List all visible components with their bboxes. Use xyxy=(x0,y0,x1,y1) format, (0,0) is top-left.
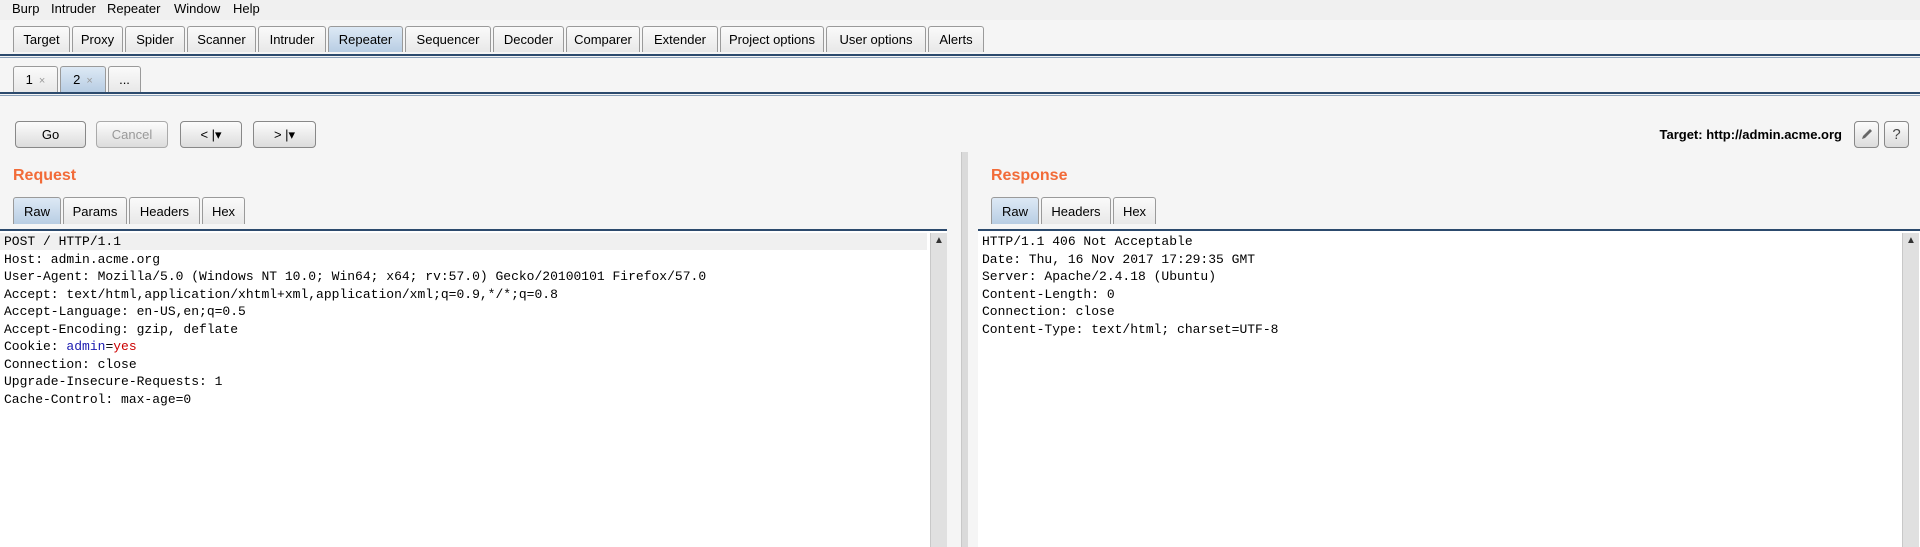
tab-comparer[interactable]: Comparer xyxy=(566,26,640,52)
response-tab-hex[interactable]: Hex xyxy=(1113,197,1156,224)
tab-target[interactable]: Target xyxy=(13,26,70,52)
request-scrollbar[interactable]: ▲ xyxy=(930,233,947,547)
tab-spider[interactable]: Spider xyxy=(125,26,185,52)
cookie-name: admin xyxy=(66,339,106,354)
request-line: POST / HTTP/1.1 xyxy=(4,234,122,249)
tab-intruder[interactable]: Intruder xyxy=(258,26,326,52)
request-title: Request xyxy=(13,167,77,184)
response-line: Connection: close xyxy=(982,304,1115,319)
repeater-tab-2[interactable]: 2 × xyxy=(60,66,106,92)
close-icon[interactable]: × xyxy=(39,75,45,87)
scroll-up-icon[interactable]: ▲ xyxy=(1906,235,1916,246)
request-tab-headers[interactable]: Headers xyxy=(129,197,200,224)
main-tab-underline-light xyxy=(0,57,1920,58)
current-line-highlight xyxy=(0,233,927,250)
tab-proxy[interactable]: Proxy xyxy=(72,26,123,52)
scroll-up-icon[interactable]: ▲ xyxy=(934,235,944,246)
cancel-button[interactable]: Cancel xyxy=(96,121,168,148)
main-tab-underline xyxy=(0,54,1920,56)
tab-project-options[interactable]: Project options xyxy=(720,26,824,52)
tab-extender[interactable]: Extender xyxy=(642,26,718,52)
menu-bar: Burp Intruder Repeater Window Help xyxy=(0,0,1920,20)
tab-user-options[interactable]: User options xyxy=(826,26,926,52)
menu-burp[interactable]: Burp xyxy=(12,1,39,16)
response-line: Server: Apache/2.4.18 (Ubuntu) xyxy=(982,269,1217,284)
repeater-tab-underline-light xyxy=(0,95,1920,96)
tab-decoder[interactable]: Decoder xyxy=(493,26,564,52)
target-label: Target: http://admin.acme.org xyxy=(1659,127,1843,142)
repeater-tab-underline xyxy=(0,92,1920,94)
request-tab-params[interactable]: Params xyxy=(63,197,127,224)
request-line-cookie: Cookie: admin=yes xyxy=(4,338,137,356)
menu-repeater[interactable]: Repeater xyxy=(107,1,160,16)
response-line: HTTP/1.1 406 Not Acceptable xyxy=(982,234,1193,249)
request-line: Cache-Control: max-age=0 xyxy=(4,391,192,407)
help-icon[interactable]: ? xyxy=(1884,121,1909,148)
close-icon[interactable]: × xyxy=(86,75,92,87)
request-tab-hex[interactable]: Hex xyxy=(202,197,245,224)
response-title: Response xyxy=(991,167,1068,184)
request-line: Connection: close xyxy=(4,356,137,372)
response-tab-headers[interactable]: Headers xyxy=(1041,197,1111,224)
tab-repeater[interactable]: Repeater xyxy=(328,26,403,52)
pencil-icon[interactable] xyxy=(1854,121,1879,148)
menu-window[interactable]: Window xyxy=(174,1,220,16)
cookie-prefix: Cookie: xyxy=(4,339,67,354)
menu-intruder[interactable]: Intruder xyxy=(51,1,96,16)
request-line: Upgrade-Insecure-Requests: 1 xyxy=(4,374,223,389)
tab-sequencer[interactable]: Sequencer xyxy=(405,26,491,52)
tab-scanner[interactable]: Scanner xyxy=(187,26,256,52)
request-tab-raw[interactable]: Raw xyxy=(13,197,61,224)
repeater-tab-new[interactable]: ... xyxy=(108,66,141,92)
forward-button[interactable]: > |▾ xyxy=(253,121,316,148)
request-line: User-Agent: Mozilla/5.0 (Windows NT 10.0… xyxy=(4,269,707,284)
request-line: Accept-Language: en-US,en;q=0.5 xyxy=(4,304,246,319)
repeater-tab-label: 2 xyxy=(73,72,81,87)
menu-help[interactable]: Help xyxy=(233,1,260,16)
back-button[interactable]: < |▾ xyxy=(180,121,242,148)
request-line: Host: admin.acme.org xyxy=(4,251,161,267)
pane-divider[interactable] xyxy=(961,152,968,547)
response-line: Content-Type: text/html; charset=UTF-8 xyxy=(982,321,1279,337)
request-line: Accept-Encoding: gzip, deflate xyxy=(4,321,239,337)
response-editor[interactable]: HTTP/1.1 406 Not Acceptable Date: Thu, 1… xyxy=(978,229,1920,547)
response-line: Content-Length: 0 xyxy=(982,286,1115,302)
repeater-tab-label: 1 xyxy=(25,72,33,87)
repeater-tab-1[interactable]: 1 × xyxy=(13,66,58,92)
request-editor[interactable]: POST / HTTP/1.1 Host: admin.acme.org Use… xyxy=(0,229,947,547)
response-line: Date: Thu, 16 Nov 2017 17:29:35 GMT xyxy=(982,251,1256,267)
cookie-value: yes xyxy=(113,339,137,354)
main-tab-bar: Target Proxy Spider Scanner Intruder Rep… xyxy=(0,22,1920,58)
go-button[interactable]: Go xyxy=(15,121,86,148)
request-line: Accept: text/html,application/xhtml+xml,… xyxy=(4,286,558,302)
response-scrollbar[interactable]: ▲ xyxy=(1902,233,1919,547)
response-tab-raw[interactable]: Raw xyxy=(991,197,1039,224)
tab-alerts[interactable]: Alerts xyxy=(928,26,984,52)
